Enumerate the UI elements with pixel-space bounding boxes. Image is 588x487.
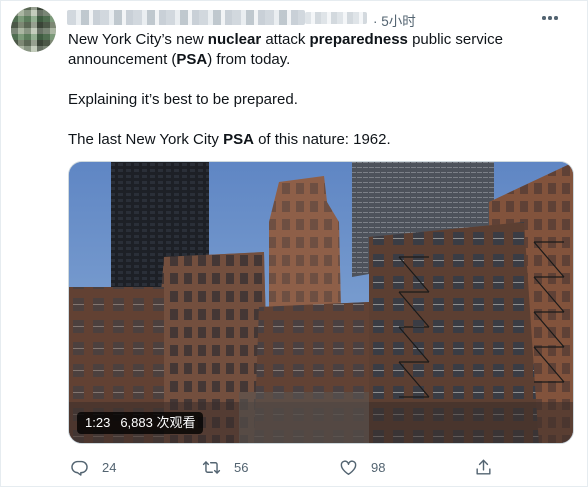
tweet-text-line: Explaining it’s best to be prepared. [68,91,298,108]
tweet-text: New York City’s new nuclear attack prepa… [68,30,573,150]
share-button[interactable] [474,453,493,481]
tweet-text-line: announcement (PSA) from today. [68,51,291,68]
tweet-actions: 24 56 98 [61,453,511,481]
like-icon [339,458,358,477]
avatar-pixelation-overlay [11,7,56,52]
video-frame [69,162,573,443]
video-player[interactable]: 1:23 6,883 次观看 [68,161,574,444]
like-count: 98 [371,459,386,475]
video-duration: 1:23 [85,415,111,430]
author-handle-redacted[interactable] [305,12,367,24]
tweet-text-line: The last New York City PSA of this natur… [68,131,391,148]
retweet-icon [202,458,221,477]
reply-icon [70,458,89,477]
retweet-button[interactable]: 56 [202,453,248,481]
reply-count: 24 [102,459,117,475]
tweet-header: · 5小时 [67,7,567,30]
tweet-card[interactable]: · 5小时 New York City’s new nuclear attack… [0,0,588,487]
avatar[interactable] [11,7,56,52]
video-info-badge: 1:23 6,883 次观看 [77,412,204,434]
author-name-redacted[interactable] [67,10,305,25]
like-button[interactable]: 98 [339,453,385,481]
tweet-timestamp[interactable]: · 5小时 [373,10,416,30]
video-view-count: 6,883 次观看 [120,415,196,430]
retweet-count: 56 [234,459,249,475]
share-icon [474,458,493,477]
tweet-text-line: New York City’s new nuclear attack prepa… [68,31,503,48]
more-icon[interactable] [535,3,565,33]
reply-button[interactable]: 24 [70,453,116,481]
